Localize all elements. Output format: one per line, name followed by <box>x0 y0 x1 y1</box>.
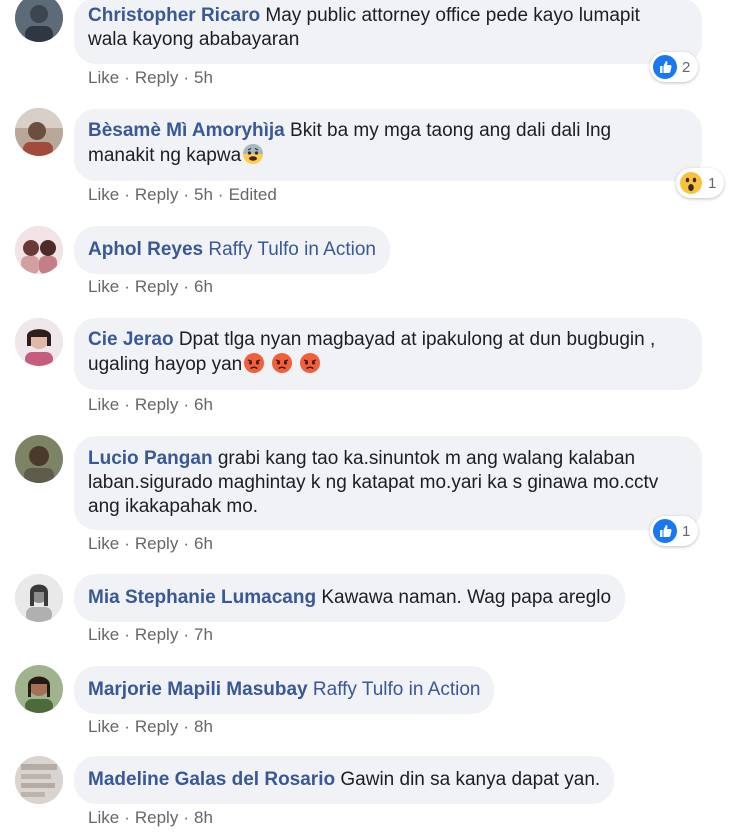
avatar[interactable] <box>15 574 63 622</box>
avatar[interactable] <box>15 318 63 366</box>
comment-author[interactable]: Marjorie Mapili Masubay <box>88 679 308 700</box>
edited-label[interactable]: Edited <box>229 185 277 204</box>
comment-text: Bkit ba my mga taong ang dali dali lng <box>290 120 612 141</box>
reply-link[interactable]: Reply <box>135 277 178 296</box>
like-link[interactable]: Like <box>88 277 119 296</box>
avatar[interactable] <box>15 435 63 483</box>
reaction-summary[interactable]: 1 <box>650 516 699 546</box>
comment-bubble: Marjorie Mapili Masubay Raffy Tulfo in A… <box>74 666 495 714</box>
wow-icon <box>680 172 702 194</box>
reaction-count: 1 <box>682 522 691 540</box>
fearful-face-emoji <box>243 144 264 164</box>
comment-actions: Like · Reply · 8h <box>88 717 213 736</box>
comment-author[interactable]: Madeline Galas del Rosario <box>88 769 335 790</box>
comment-text: Kawawa naman. Wag papa areglo <box>321 587 612 608</box>
comment-author[interactable]: Cie Jerao <box>88 329 174 350</box>
comment-actions: Like · Reply · 5h <box>88 68 213 87</box>
comment-timestamp[interactable]: 8h <box>194 717 213 736</box>
angry-face-emoji <box>244 353 265 373</box>
comment-bubble: Lucio Pangan grabi kang tao ka.sinuntok … <box>74 436 702 530</box>
comment-text-line3: ang ikakapahak mo. <box>88 496 259 517</box>
reaction-count: 1 <box>708 174 717 192</box>
comment-author[interactable]: Christopher Ricaro <box>88 5 260 26</box>
reply-link[interactable]: Reply <box>135 68 178 87</box>
comment-timestamp[interactable]: 8h <box>194 808 213 827</box>
reply-link[interactable]: Reply <box>135 625 178 644</box>
comment-text-line2: ugaling hayop yan <box>88 354 243 375</box>
comment-timestamp[interactable]: 5h <box>194 185 213 204</box>
comment-actions: Like · Reply · 5h · Edited <box>88 185 277 204</box>
reply-link[interactable]: Reply <box>135 395 178 414</box>
reply-link[interactable]: Reply <box>135 808 178 827</box>
like-link[interactable]: Like <box>88 185 119 204</box>
comment-text: grabi kang tao ka.sinuntok m ang walang … <box>217 448 636 469</box>
comment-timestamp[interactable]: 6h <box>194 395 213 414</box>
comment-actions: Like · Reply · 7h <box>88 625 213 644</box>
comment-actions: Like · Reply · 8h <box>88 808 213 827</box>
avatar[interactable] <box>15 108 63 156</box>
reaction-count: 2 <box>682 58 691 76</box>
like-link[interactable]: Like <box>88 68 119 87</box>
comment-text: Gawin din sa kanya dapat yan. <box>340 769 601 790</box>
like-link[interactable]: Like <box>88 717 119 736</box>
comment-actions: Like · Reply · 6h <box>88 534 213 553</box>
comment-bubble: Bèsamè Mì Amoryhìja Bkit ba my mga taong… <box>74 109 702 181</box>
comment-bubble: Aphol Reyes Raffy Tulfo in Action <box>74 226 390 274</box>
avatar[interactable] <box>15 665 63 713</box>
comment-actions: Like · Reply · 6h <box>88 277 213 296</box>
like-link[interactable]: Like <box>88 395 119 414</box>
comment-text-line2: laban.sigurado maghintay k ng katapat mo… <box>88 472 659 493</box>
comment-actions: Like · Reply · 6h <box>88 395 213 414</box>
comment-author[interactable]: Mia Stephanie Lumacang <box>88 587 316 608</box>
comment-timestamp[interactable]: 5h <box>194 68 213 87</box>
comment-text-line2: wala kayong ababayaran <box>88 29 300 50</box>
reaction-summary[interactable]: 1 <box>676 168 725 198</box>
avatar[interactable] <box>15 0 63 42</box>
comment-bubble: Cie Jerao Dpat tlga nyan magbayad at ipa… <box>74 318 702 390</box>
comment-bubble: Madeline Galas del Rosario Gawin din sa … <box>74 756 615 804</box>
reaction-summary[interactable]: 2 <box>650 52 699 82</box>
comment-timestamp[interactable]: 7h <box>194 625 213 644</box>
like-link[interactable]: Like <box>88 808 119 827</box>
tagged-page-link[interactable]: Raffy Tulfo in Action <box>208 239 376 260</box>
avatar[interactable] <box>15 756 63 804</box>
comment-text: May public attorney office pede kayo lum… <box>265 5 640 26</box>
comment-author[interactable]: Aphol Reyes <box>88 239 203 260</box>
avatar[interactable] <box>15 226 63 274</box>
comment-author[interactable]: Bèsamè Mì Amoryhìja <box>88 120 285 141</box>
comment-bubble: Christopher Ricaro May public attorney o… <box>74 0 702 64</box>
comment-timestamp[interactable]: 6h <box>194 277 213 296</box>
reply-link[interactable]: Reply <box>135 534 178 553</box>
like-icon <box>653 55 677 79</box>
like-link[interactable]: Like <box>88 534 119 553</box>
angry-face-emoji <box>300 353 321 373</box>
reply-link[interactable]: Reply <box>135 717 178 736</box>
angry-face-emoji <box>272 353 293 373</box>
like-icon <box>653 519 677 543</box>
comment-author[interactable]: Lucio Pangan <box>88 448 213 469</box>
comment-text-line2: manakit ng kapwa <box>88 145 242 166</box>
like-link[interactable]: Like <box>88 625 119 644</box>
comment-text: Dpat tlga nyan magbayad at ipakulong at … <box>178 329 656 350</box>
comment-timestamp[interactable]: 6h <box>194 534 213 553</box>
comment-bubble: Mia Stephanie Lumacang Kawawa naman. Wag… <box>74 574 626 622</box>
tagged-page-link[interactable]: Raffy Tulfo in Action <box>313 679 481 700</box>
reply-link[interactable]: Reply <box>135 185 178 204</box>
